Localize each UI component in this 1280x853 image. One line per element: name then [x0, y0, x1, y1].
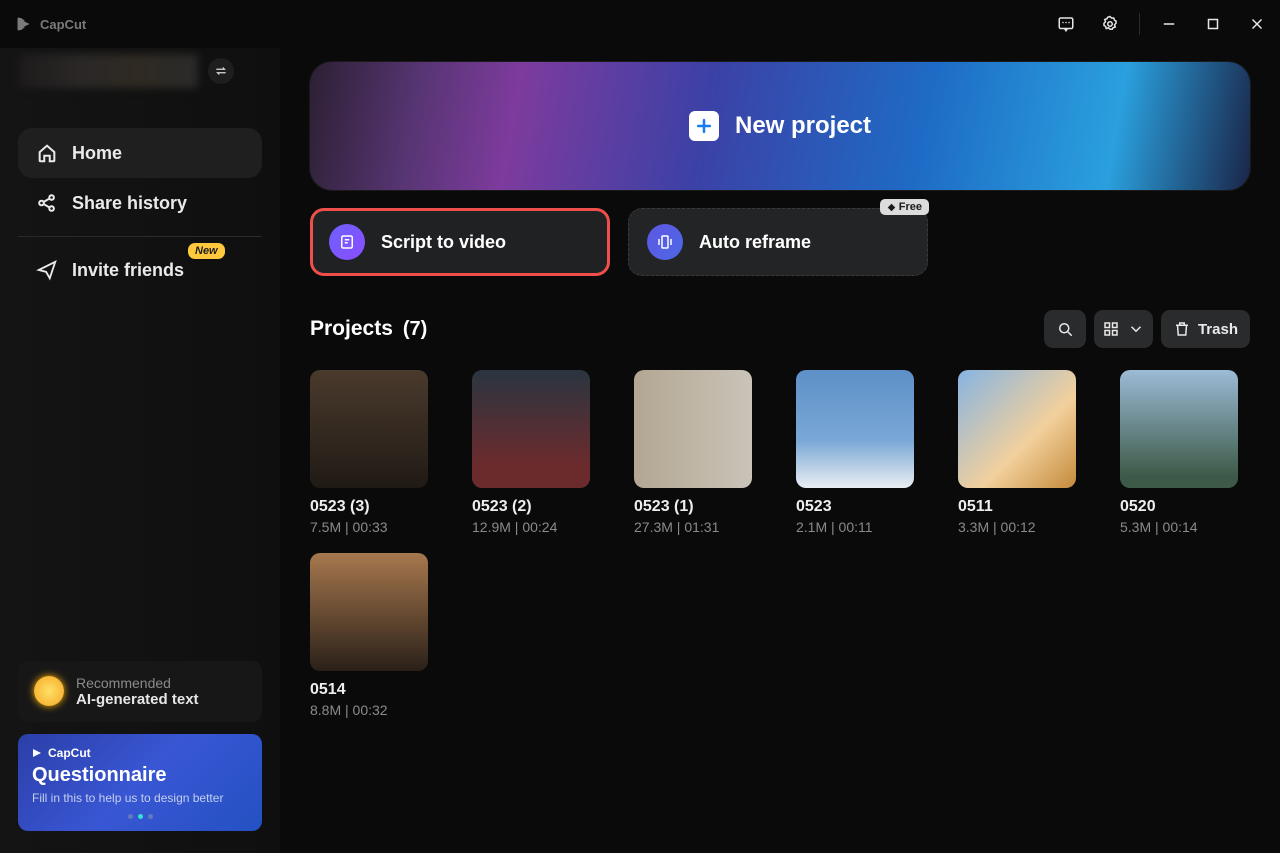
view-toggle-button[interactable] — [1094, 310, 1153, 348]
sidebar-item-label: Home — [72, 143, 122, 164]
project-meta: 27.3M | 01:31 — [634, 519, 752, 535]
capcut-logo-icon — [16, 15, 34, 33]
reframe-label: Auto reframe — [699, 232, 811, 253]
free-badge: Free — [880, 199, 929, 215]
lightbulb-icon — [34, 676, 64, 706]
promo-pagination — [32, 814, 248, 819]
project-name: 0523 — [796, 498, 914, 516]
project-name: 0511 — [958, 498, 1076, 516]
project-card[interactable]: 0514 8.8M | 00:32 — [310, 553, 428, 718]
gear-icon — [1101, 15, 1119, 33]
recommended-card[interactable]: Recommended AI-generated text — [18, 661, 262, 722]
project-card[interactable]: 0523 (3) 7.5M | 00:33 — [310, 370, 428, 535]
diamond-icon — [887, 203, 896, 212]
project-card[interactable]: 0520 5.3M | 00:14 — [1120, 370, 1238, 535]
project-card[interactable]: 0523 (2) 12.9M | 00:24 — [472, 370, 590, 535]
project-thumbnail — [634, 370, 752, 488]
promo-card[interactable]: CapCut Questionnaire Fill in this to hel… — [18, 734, 262, 831]
notifications-button[interactable] — [1047, 5, 1085, 43]
project-meta: 8.8M | 00:32 — [310, 702, 428, 718]
projects-count: (7) — [403, 318, 427, 341]
projects-title: Projects — [310, 317, 393, 341]
sidebar-item-share-history[interactable]: Share history — [18, 178, 262, 228]
account-name-blurred — [18, 54, 198, 88]
promo-title: Questionnaire — [32, 764, 248, 787]
reframe-icon — [647, 224, 683, 260]
project-meta: 12.9M | 00:24 — [472, 519, 590, 535]
trash-icon — [1173, 320, 1191, 338]
project-card[interactable]: 0523 2.1M | 00:11 — [796, 370, 914, 535]
project-thumbnail — [472, 370, 590, 488]
brand-label: CapCut — [40, 17, 86, 32]
close-button[interactable] — [1238, 5, 1276, 43]
sidebar-item-label: Invite friends — [72, 260, 184, 281]
switch-account-button[interactable] — [208, 58, 234, 84]
new-project-label: New project — [735, 112, 871, 140]
script-label: Script to video — [381, 232, 506, 253]
script-to-video-card[interactable]: Script to video — [310, 208, 610, 276]
project-thumbnail — [958, 370, 1076, 488]
trash-label: Trash — [1198, 321, 1238, 338]
settings-button[interactable] — [1091, 5, 1129, 43]
new-project-button[interactable]: New project — [310, 62, 1250, 190]
maximize-button[interactable] — [1194, 5, 1232, 43]
sidebar-divider — [18, 236, 262, 237]
capcut-logo-icon — [32, 747, 44, 759]
home-icon — [36, 142, 58, 164]
recommended-label: Recommended — [76, 675, 199, 691]
maximize-icon — [1204, 15, 1222, 33]
project-meta: 5.3M | 00:14 — [1120, 519, 1238, 535]
trash-button[interactable]: Trash — [1161, 310, 1250, 348]
new-badge: New — [188, 243, 225, 259]
project-name: 0520 — [1120, 498, 1238, 516]
project-card[interactable]: 0511 3.3M | 00:12 — [958, 370, 1076, 535]
plus-icon — [689, 111, 719, 141]
project-name: 0523 (3) — [310, 498, 428, 516]
swap-icon — [214, 64, 228, 78]
titlebar-separator — [1139, 13, 1140, 35]
project-meta: 3.3M | 00:12 — [958, 519, 1076, 535]
project-meta: 2.1M | 00:11 — [796, 519, 914, 535]
project-thumbnail — [310, 553, 428, 671]
send-icon — [36, 259, 58, 281]
project-thumbnail — [310, 370, 428, 488]
project-card[interactable]: 0523 (1) 27.3M | 01:31 — [634, 370, 752, 535]
recommended-feature: AI-generated text — [76, 691, 199, 708]
promo-brand: CapCut — [32, 746, 248, 760]
project-thumbnail — [1120, 370, 1238, 488]
search-projects-button[interactable] — [1044, 310, 1086, 348]
sidebar-item-invite[interactable]: Invite friends New — [18, 245, 262, 295]
minimize-button[interactable] — [1150, 5, 1188, 43]
chevron-down-icon — [1127, 320, 1145, 338]
auto-reframe-card[interactable]: Free Auto reframe — [628, 208, 928, 276]
search-icon — [1056, 320, 1074, 338]
promo-desc: Fill in this to help us to design better — [32, 790, 248, 806]
grid-icon — [1102, 320, 1120, 338]
brand-logo: CapCut — [16, 15, 86, 33]
project-thumbnail — [796, 370, 914, 488]
project-name: 0523 (1) — [634, 498, 752, 516]
sidebar-item-label: Share history — [72, 193, 187, 214]
close-icon — [1248, 15, 1266, 33]
minimize-icon — [1160, 15, 1178, 33]
script-icon — [329, 224, 365, 260]
project-name: 0523 (2) — [472, 498, 590, 516]
project-meta: 7.5M | 00:33 — [310, 519, 428, 535]
share-icon — [36, 192, 58, 214]
project-name: 0514 — [310, 681, 428, 699]
sidebar-item-home[interactable]: Home — [18, 128, 262, 178]
chat-icon — [1057, 15, 1075, 33]
